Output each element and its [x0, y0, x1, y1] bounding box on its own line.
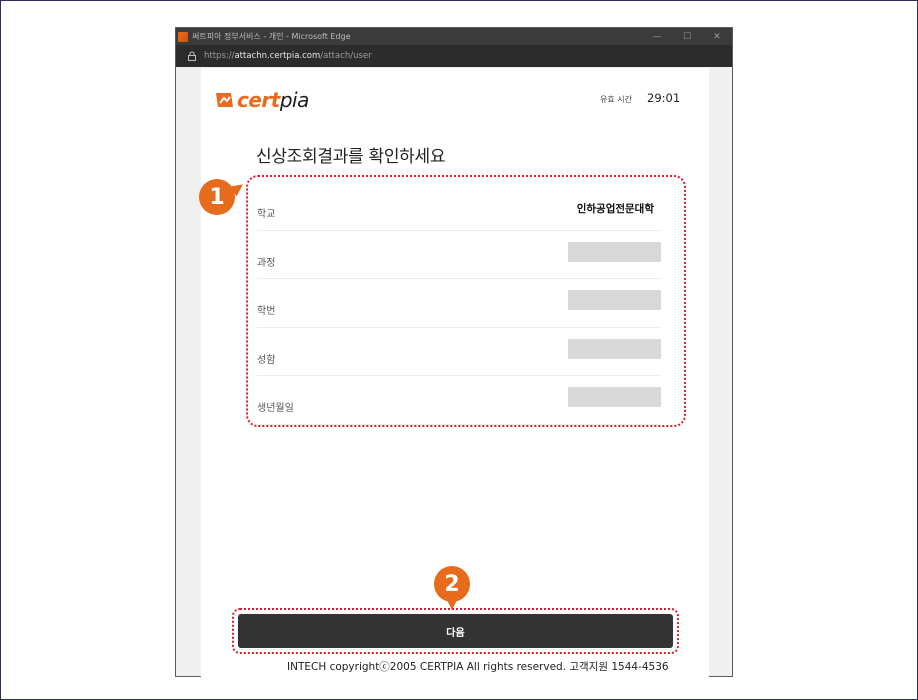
timer-label: 유효 시간: [600, 95, 632, 104]
row-label: 성함: [257, 354, 276, 366]
next-highlight-box: 다음: [232, 608, 679, 654]
app-icon: [178, 31, 188, 42]
row-label: 과정: [257, 257, 276, 269]
url-path: /attach/user: [320, 51, 372, 61]
badge-number: 1: [209, 184, 225, 210]
close-button[interactable]: ✕: [702, 32, 732, 42]
info-row-student-id: 학번: [257, 279, 661, 328]
badge-number: 2: [444, 571, 460, 597]
lock-icon: [188, 51, 196, 61]
info-row-school: 학교 인하공업전문대학: [257, 182, 661, 231]
row-label: 학교: [257, 209, 276, 220]
url-scheme: https://: [204, 51, 235, 61]
minimize-button[interactable]: —: [642, 32, 672, 42]
row-label: 학번: [257, 306, 276, 317]
row-value: 인하공업전문대학: [576, 203, 654, 215]
step-badge-2: 2: [434, 566, 470, 610]
timer-value: 29:01: [647, 91, 681, 105]
info-list: 학교 인하공업전문대학 과정 학번 성함 생년월일: [257, 182, 661, 425]
redacted-value: [568, 387, 661, 407]
info-row-name: 성함: [257, 328, 661, 376]
info-highlight-box: 학교 인하공업전문대학 과정 학번 성함 생년월일: [246, 175, 686, 427]
page-title: 신상조회결과를 확인하세요: [256, 147, 446, 167]
next-button[interactable]: 다음: [238, 614, 673, 648]
redacted-value: [568, 290, 661, 310]
certpia-logo: cert pia: [214, 88, 309, 112]
logo-text-cert: cert: [237, 88, 280, 112]
redacted-value: [568, 338, 661, 359]
logo-text-pia: pia: [279, 88, 310, 112]
address-bar[interactable]: https://attachn.certpia.com/attach/user: [176, 45, 732, 67]
logo-mark-icon: [216, 93, 233, 107]
title-bar: 써트피아 정부서비스 - 개인 - Microsoft Edge — ☐ ✕: [176, 28, 732, 45]
row-label: 생년월일: [257, 403, 294, 414]
info-row-birthdate: 생년월일: [257, 376, 661, 425]
redacted-value: [568, 241, 661, 262]
footer-copyright: INTECH copyrightⓒ2005 CERTPIA All rights…: [287, 661, 669, 673]
window-title: 써트피아 정부서비스 - 개인 - Microsoft Edge: [192, 32, 351, 41]
maximize-button[interactable]: ☐: [672, 32, 702, 42]
step-badge-1: 1: [199, 179, 247, 215]
info-row-course: 과정: [257, 231, 661, 279]
url-host: attachn.certpia.com: [234, 51, 321, 61]
